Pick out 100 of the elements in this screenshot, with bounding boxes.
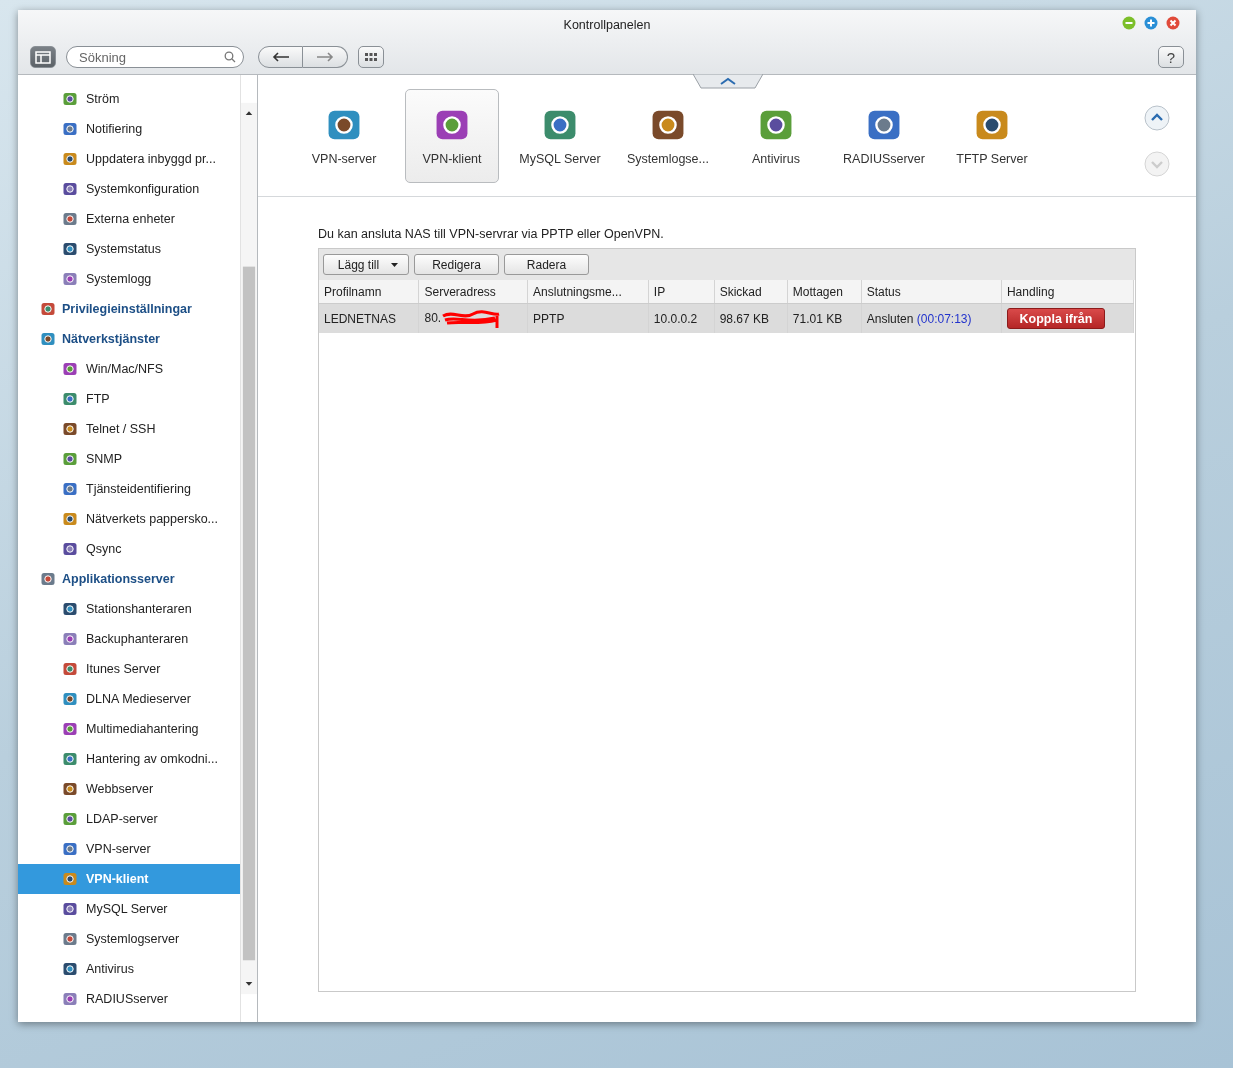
app-icon xyxy=(62,871,78,887)
app-icon xyxy=(62,241,78,257)
app-tile[interactable]: RADIUSserver xyxy=(830,88,938,183)
toolbar-button[interactable]: Lägg till xyxy=(323,254,409,275)
toolbar-button[interactable]: Radera xyxy=(504,254,589,275)
column-header[interactable]: IP xyxy=(648,280,715,304)
disconnect-button[interactable]: Koppla ifrån xyxy=(1006,308,1105,329)
app-tile[interactable]: TFTP Server xyxy=(938,88,1046,183)
app-icon xyxy=(62,751,78,767)
app-icon xyxy=(62,391,78,407)
column-header[interactable]: Anslutningsme... xyxy=(527,280,649,304)
help-button[interactable]: ? xyxy=(1158,46,1184,68)
sidebar-item[interactable]: Systemkonfiguration xyxy=(18,174,240,204)
sidebar-item[interactable]: Nätverkets pappersko... xyxy=(18,504,240,534)
app-icon xyxy=(62,91,78,107)
app-icon xyxy=(62,421,78,437)
sidebar-item[interactable]: SNMP xyxy=(18,444,240,474)
table-cell: 10.0.0.2 xyxy=(648,303,715,333)
app-icon xyxy=(62,721,78,737)
back-button[interactable] xyxy=(258,46,303,68)
table-cell: 80. xyxy=(424,310,442,325)
scroll-up-icon[interactable] xyxy=(1144,105,1170,131)
sidebar-item[interactable]: Multimediahantering xyxy=(18,714,240,744)
app-icon xyxy=(62,901,78,917)
sidebar-item[interactable]: Notifiering xyxy=(18,114,240,144)
column-header[interactable]: Mottagen xyxy=(787,280,862,304)
table-cell: 98.67 KB xyxy=(714,303,788,333)
app-icon xyxy=(40,331,56,347)
sidebar-item[interactable]: Win/Mac/NFS xyxy=(18,354,240,384)
table-cell: LEDNETNAS xyxy=(319,303,419,333)
apps-grid-button[interactable] xyxy=(358,46,384,68)
sidebar-item[interactable]: LDAP-server xyxy=(18,804,240,834)
sidebar-item[interactable]: RADIUSserver xyxy=(18,984,240,1014)
app-icon xyxy=(62,931,78,947)
app-icon xyxy=(40,301,56,317)
close-icon[interactable] xyxy=(1166,16,1180,30)
collapse-tab-icon[interactable] xyxy=(693,74,763,90)
sidebar-item[interactable]: FTP xyxy=(18,384,240,414)
sidebar-item[interactable]: DLNA Medieserver xyxy=(18,684,240,714)
sidebar-category[interactable]: Nätverkstjänster xyxy=(18,324,240,354)
maximize-icon[interactable] xyxy=(1144,16,1158,30)
sidebar-item[interactable]: Antivirus xyxy=(18,954,240,984)
sidebar-item[interactable]: Qsync xyxy=(18,534,240,564)
status-text: Ansluten xyxy=(866,311,914,326)
app-icon xyxy=(62,151,78,167)
app-icon xyxy=(62,121,78,137)
column-header[interactable]: Serveradress xyxy=(418,280,528,304)
sidebar-toggle-button[interactable] xyxy=(30,46,56,68)
app-tile[interactable]: VPN-klient xyxy=(405,88,499,183)
sidebar-item[interactable]: Itunes Server xyxy=(18,654,240,684)
app-icon xyxy=(62,511,78,527)
app-icon xyxy=(62,811,78,827)
table-row[interactable]: LEDNETNAS 80. PPTP 10.0.0.2 98.67 KB 71.01 KB Ansluten (00:07:13) Koppla ifrån xyxy=(319,303,1134,333)
minimize-icon[interactable] xyxy=(1122,16,1136,30)
window-title: Kontrollpanelen xyxy=(563,18,651,32)
duration-text: (00:07:13) xyxy=(916,311,972,326)
app-icon xyxy=(62,991,78,1007)
app-icon xyxy=(62,631,78,647)
app-icon xyxy=(62,271,78,287)
app-icon xyxy=(62,181,78,197)
sidebar-item[interactable]: Systemlogg xyxy=(18,264,240,294)
search-icon xyxy=(224,51,236,63)
sidebar-item[interactable]: Telnet / SSH xyxy=(18,414,240,444)
sidebar-item[interactable]: Tjänsteidentifiering xyxy=(18,474,240,504)
column-header[interactable]: Handling xyxy=(1001,280,1134,304)
app-tile[interactable]: Systemlogse... xyxy=(614,88,722,183)
sidebar-item[interactable]: Systemlogserver xyxy=(18,924,240,954)
sidebar-category[interactable]: Applikationsserver xyxy=(18,564,240,594)
sidebar-item[interactable]: Backuphanteraren xyxy=(18,624,240,654)
app-tile[interactable]: MySQL Server xyxy=(506,88,614,183)
sidebar-item[interactable]: Systemstatus xyxy=(18,234,240,264)
column-header[interactable]: Status xyxy=(861,280,1002,304)
app-tile[interactable]: VPN-server xyxy=(290,88,398,183)
sidebar-item[interactable]: MySQL Server xyxy=(18,894,240,924)
sidebar-item[interactable]: Uppdatera inbyggd pr... xyxy=(18,144,240,174)
left-arrow-icon xyxy=(271,52,290,62)
sidebar-item[interactable]: Ström xyxy=(18,84,240,114)
search-field[interactable]: Sökning xyxy=(66,46,244,68)
app-icon xyxy=(62,451,78,467)
layout-icon xyxy=(35,50,51,64)
sidebar-item[interactable]: Stationshanteraren xyxy=(18,594,240,624)
column-header[interactable]: Profilnamn xyxy=(319,280,419,304)
forward-button[interactable] xyxy=(303,46,348,68)
sidebar-category[interactable]: Privilegieinställningar xyxy=(18,294,240,324)
toolbar-button[interactable]: Redigera xyxy=(414,254,499,275)
description-text: Du kan ansluta NAS till VPN-servrar via PPTP eller OpenVPN. xyxy=(318,227,665,241)
sidebar-item[interactable]: Externa enheter xyxy=(18,204,240,234)
app-icon xyxy=(62,691,78,707)
sidebar-item[interactable]: VPN-server xyxy=(18,834,240,864)
app-icon xyxy=(62,361,78,377)
app-icon xyxy=(62,661,78,677)
sidebar-item[interactable]: Hantering av omkodni... xyxy=(18,744,240,774)
table-cell: 71.01 KB xyxy=(787,303,862,333)
column-header[interactable]: Skickad xyxy=(714,280,788,304)
app-icon xyxy=(62,781,78,797)
grid-icon xyxy=(365,53,377,61)
app-icon xyxy=(62,211,78,227)
sidebar-item[interactable]: Webbserver xyxy=(18,774,240,804)
scrollbar-drawing[interactable] xyxy=(240,75,257,1022)
app-tile[interactable]: Antivirus xyxy=(722,88,830,183)
